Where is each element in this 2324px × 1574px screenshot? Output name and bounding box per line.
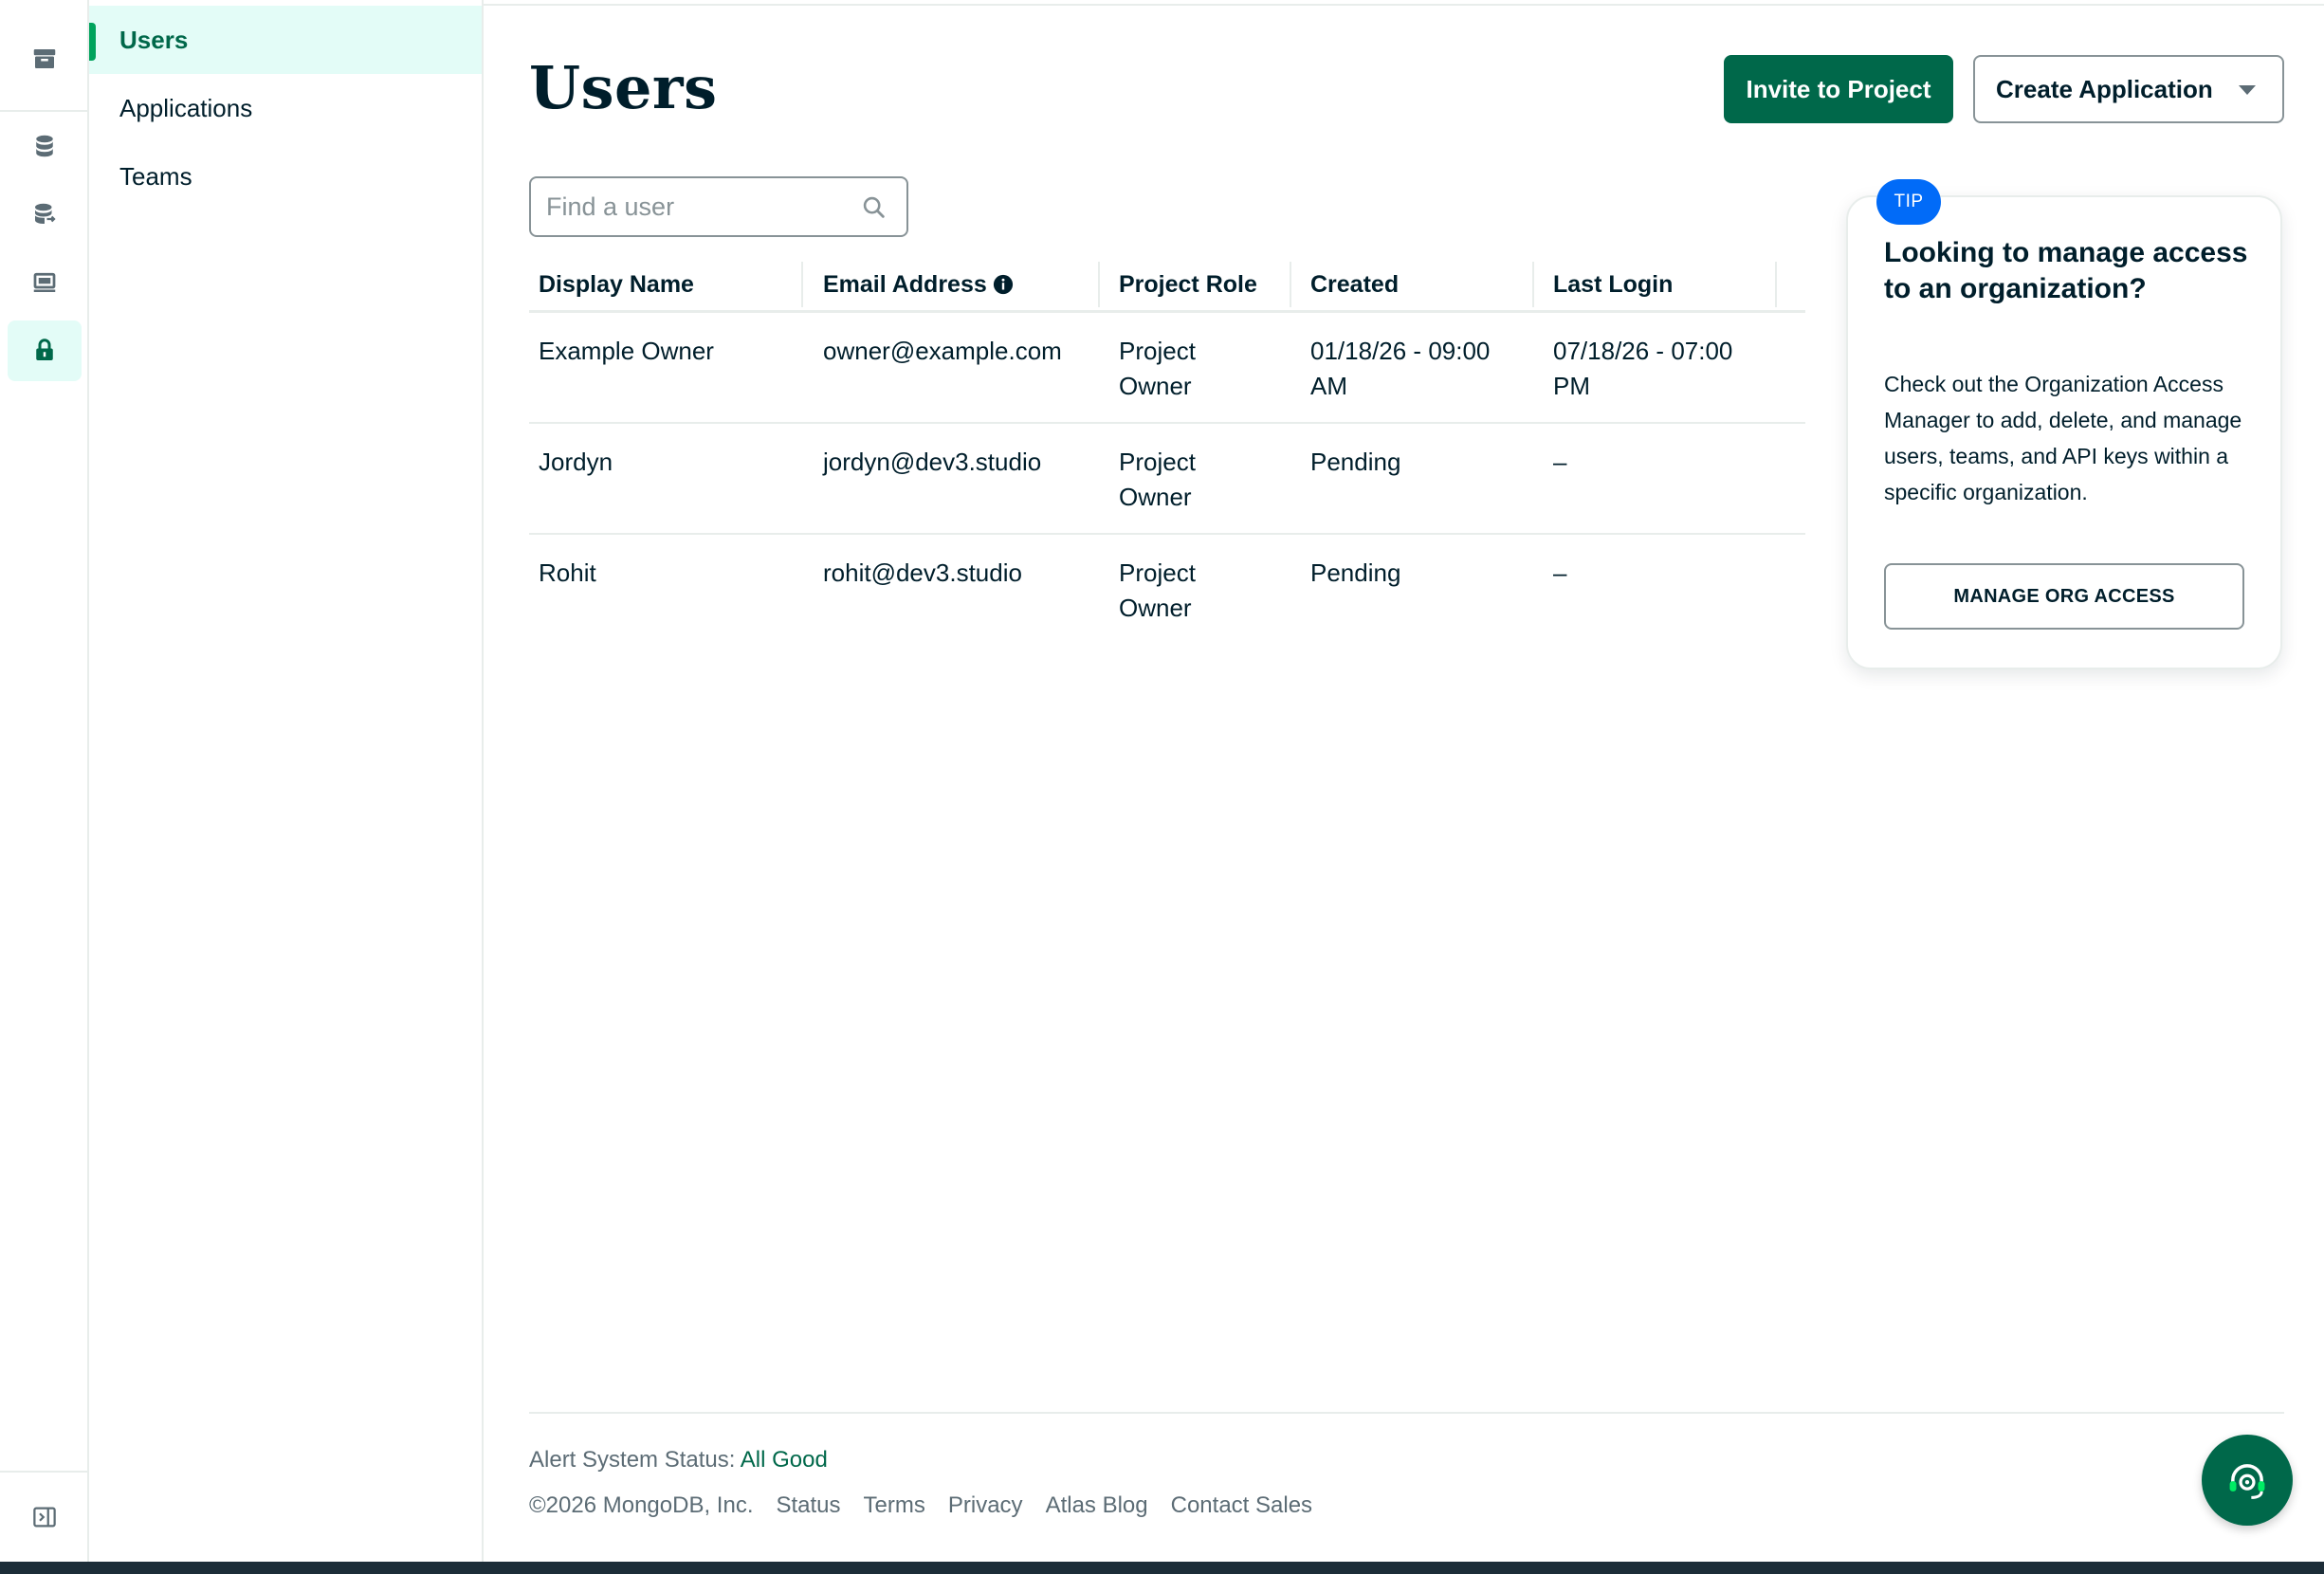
rail-item-data-services[interactable] bbox=[8, 184, 82, 245]
column-header-display-name[interactable]: Display Name bbox=[539, 267, 694, 302]
footer-link-privacy[interactable]: Privacy bbox=[948, 1492, 1023, 1519]
column-resizer[interactable] bbox=[1532, 262, 1534, 307]
cell-last-login: 07/18/26 - 07:00 PM bbox=[1553, 334, 1732, 404]
collapse-sidebar-button[interactable] bbox=[8, 1487, 82, 1547]
column-header-email[interactable]: Email Address bbox=[823, 267, 1014, 302]
cell-line: Project bbox=[1119, 448, 1196, 476]
table-row[interactable]: Example Owner owner@example.com Project O… bbox=[529, 313, 1805, 424]
cell-line: Project bbox=[1119, 337, 1196, 365]
cell-created: Pending bbox=[1310, 445, 1400, 480]
column-resizer[interactable] bbox=[1290, 262, 1291, 307]
cell-display-name: Example Owner bbox=[539, 337, 714, 365]
cell-display-name: Jordyn bbox=[539, 448, 613, 476]
cell-created: Pending bbox=[1310, 556, 1400, 591]
user-search bbox=[529, 176, 908, 237]
manage-org-access-button[interactable]: MANAGE ORG ACCESS bbox=[1884, 563, 2244, 630]
rail-item-database[interactable] bbox=[8, 116, 82, 176]
column-resizer[interactable] bbox=[801, 262, 803, 307]
cell-line: Pending bbox=[1310, 448, 1401, 476]
headset-icon bbox=[2229, 1464, 2265, 1499]
cell-last-login: – bbox=[1553, 445, 1566, 480]
rail-item-archive[interactable] bbox=[8, 28, 82, 89]
subnav-item-applications[interactable]: Applications bbox=[89, 74, 482, 142]
cell-email: rohit@dev3.studio bbox=[823, 558, 1022, 587]
column-header-created[interactable]: Created bbox=[1310, 267, 1399, 302]
footer-link-atlas-blog[interactable]: Atlas Blog bbox=[1046, 1492, 1148, 1519]
cell-line: AM bbox=[1310, 372, 1347, 400]
invite-to-project-button[interactable]: Invite to Project bbox=[1724, 55, 1953, 123]
cell-project-role: Project Owner bbox=[1119, 556, 1196, 626]
rail-divider bbox=[0, 110, 87, 112]
tip-card: Looking to manage access to an organizat… bbox=[1846, 195, 2282, 669]
column-header-label: Project Role bbox=[1119, 270, 1257, 298]
search-icon[interactable] bbox=[861, 194, 888, 221]
rail-bottom-divider bbox=[0, 1471, 87, 1473]
sidebar-collapse-icon bbox=[33, 1507, 56, 1528]
monitor-icon bbox=[33, 272, 56, 292]
archive-icon bbox=[33, 49, 56, 68]
table-row[interactable]: Rohit rohit@dev3.studio Project Owner Pen… bbox=[529, 535, 1805, 646]
cell-line: 01/18/26 - 09:00 bbox=[1310, 337, 1491, 365]
cell-display-name: Rohit bbox=[539, 558, 596, 587]
cell-line: Owner bbox=[1119, 483, 1192, 511]
cell-line: PM bbox=[1553, 372, 1590, 400]
copyright: ©2026 MongoDB, Inc. bbox=[529, 1492, 754, 1518]
cell-last-login: – bbox=[1553, 556, 1566, 591]
footer-link-status[interactable]: Status bbox=[776, 1492, 840, 1519]
database-icon bbox=[36, 135, 53, 157]
cell-project-role: Project Owner bbox=[1119, 445, 1196, 515]
rail-item-monitor[interactable] bbox=[8, 252, 82, 313]
column-header-last-login[interactable]: Last Login bbox=[1553, 267, 1673, 302]
column-resizer[interactable] bbox=[1775, 262, 1777, 307]
create-application-label: Create Application bbox=[1996, 74, 2213, 103]
cell-line: Project bbox=[1119, 558, 1196, 587]
subnav-item-teams[interactable]: Teams bbox=[89, 142, 482, 210]
users-table: Display Name Email Address Project Role … bbox=[529, 256, 1805, 646]
cell-line: Owner bbox=[1119, 594, 1192, 622]
cell-created: 01/18/26 - 09:00 AM bbox=[1310, 334, 1490, 404]
subnav-item-users[interactable]: Users bbox=[89, 6, 482, 74]
info-icon[interactable] bbox=[993, 274, 1014, 295]
cell-project-role: Project Owner bbox=[1119, 334, 1196, 404]
table-row[interactable]: Jordyn jordyn@dev3.studio Project Owner P… bbox=[529, 424, 1805, 535]
status-value-link[interactable]: All Good bbox=[741, 1447, 828, 1473]
cell-email: jordyn@dev3.studio bbox=[823, 448, 1042, 476]
support-chat-button[interactable] bbox=[2202, 1435, 2293, 1526]
footer-divider bbox=[529, 1412, 2284, 1414]
search-input[interactable] bbox=[546, 188, 850, 226]
cell-line: – bbox=[1553, 558, 1567, 587]
bottom-bar bbox=[0, 1562, 2324, 1574]
section-nav: Users Applications Teams bbox=[89, 0, 484, 1562]
column-header-label: Last Login bbox=[1553, 270, 1674, 298]
rail-item-security[interactable] bbox=[8, 320, 82, 381]
page-title: Users bbox=[529, 53, 718, 122]
icon-rail bbox=[0, 0, 89, 1562]
database-transfer-icon bbox=[35, 203, 56, 224]
column-header-label: Created bbox=[1310, 270, 1400, 298]
cell-line: Pending bbox=[1310, 558, 1401, 587]
tip-badge: TIP bbox=[1876, 179, 1941, 225]
cell-email: owner@example.com bbox=[823, 337, 1062, 365]
footer-links: ©2026 MongoDB, Inc. Status Terms Privacy… bbox=[529, 1492, 1312, 1519]
column-header-label: Display Name bbox=[539, 270, 694, 298]
column-header-label: Email Address bbox=[823, 270, 987, 298]
cell-line: Owner bbox=[1119, 372, 1192, 400]
alert-system-status: Alert System Status: All Good bbox=[529, 1447, 828, 1473]
column-resizer[interactable] bbox=[1098, 262, 1100, 307]
status-label: Alert System Status: bbox=[529, 1447, 736, 1473]
cell-line: 07/18/26 - 07:00 bbox=[1553, 337, 1733, 365]
create-application-button[interactable]: Create Application bbox=[1973, 55, 2284, 123]
column-header-project-role[interactable]: Project Role bbox=[1119, 267, 1257, 302]
lock-icon bbox=[36, 339, 53, 360]
caret-down-icon bbox=[2239, 85, 2256, 95]
footer-link-contact-sales[interactable]: Contact Sales bbox=[1171, 1492, 1312, 1519]
footer-link-terms[interactable]: Terms bbox=[864, 1492, 925, 1519]
cell-line: – bbox=[1553, 448, 1567, 476]
table-header: Display Name Email Address Project Role … bbox=[529, 256, 1805, 313]
tip-title: Looking to manage access to an organizat… bbox=[1884, 237, 2248, 304]
tip-body: Check out the Organization Access Manage… bbox=[1884, 372, 2242, 504]
